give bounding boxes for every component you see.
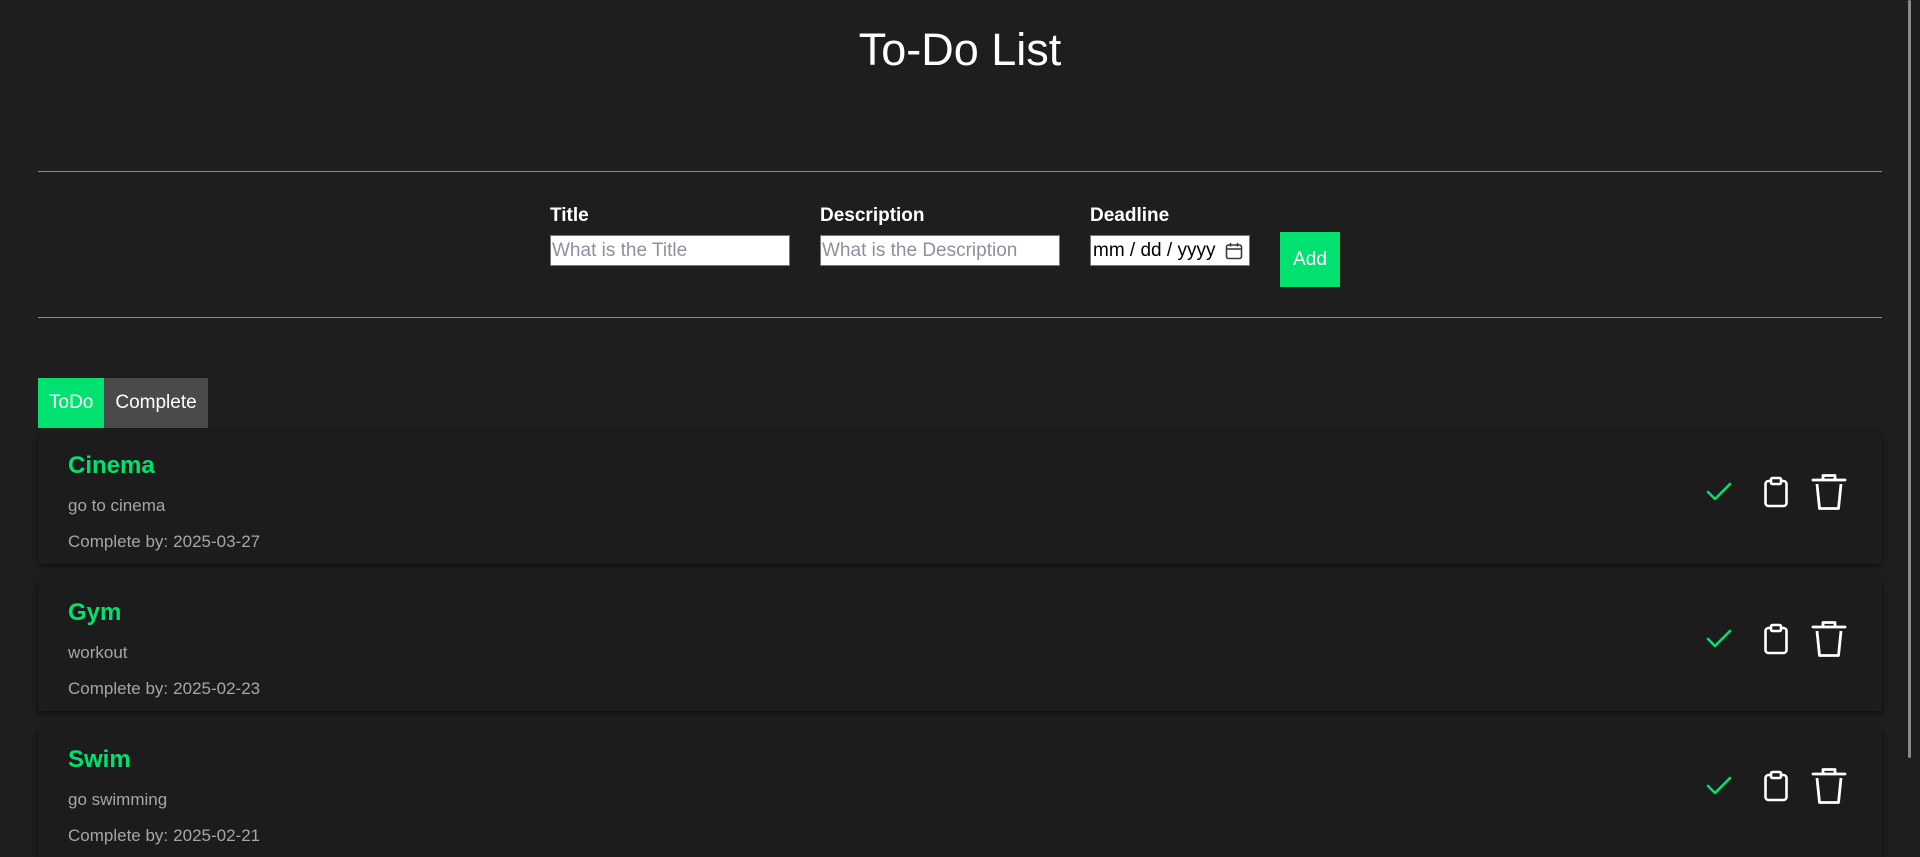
todo-deadline-date: 2025-02-23 bbox=[173, 679, 261, 698]
title-label: Title bbox=[550, 205, 589, 226]
todo-item: Cinema go to cinema Complete by: 2025-03-… bbox=[38, 434, 1882, 564]
tab-complete[interactable]: Complete bbox=[104, 378, 208, 428]
deadline-input-text: mm / dd / yyyy bbox=[1093, 239, 1216, 261]
todo-deadline-date: 2025-02-21 bbox=[173, 826, 261, 845]
todo-description: go to cinema bbox=[68, 496, 166, 515]
todo-description: go swimming bbox=[68, 790, 168, 809]
todo-deadline: Complete by: 2025-03-27 bbox=[68, 531, 260, 553]
trash-icon[interactable] bbox=[1809, 766, 1849, 806]
check-icon[interactable] bbox=[1699, 619, 1739, 659]
add-button[interactable]: Add bbox=[1280, 232, 1340, 287]
calendar-icon[interactable] bbox=[1225, 242, 1243, 260]
todo-title: Gym bbox=[68, 599, 122, 626]
deadline-field: Deadline mm / dd / yyyy bbox=[1090, 204, 1250, 266]
description-label: Description bbox=[820, 205, 925, 226]
clipboard-icon[interactable] bbox=[1756, 619, 1796, 659]
page-title: To-Do List bbox=[858, 24, 1062, 75]
todo-description: workout bbox=[68, 643, 128, 662]
todo-deadline-date: 2025-03-27 bbox=[173, 532, 261, 551]
todo-item: Gym workout Complete by: 2025-02-23 bbox=[38, 581, 1882, 711]
tab-todo[interactable]: ToDo bbox=[38, 378, 105, 428]
title-input[interactable] bbox=[550, 235, 790, 266]
todo-deadline: Complete by: 2025-02-23 bbox=[68, 678, 260, 700]
todo-deadline-label: Complete by: bbox=[68, 532, 169, 551]
title-field: Title bbox=[550, 204, 790, 266]
divider-bottom bbox=[38, 317, 1882, 318]
todo-item: Swim go swimming Complete by: 2025-02-21 bbox=[38, 728, 1882, 857]
description-input[interactable] bbox=[820, 235, 1060, 266]
divider-top bbox=[38, 171, 1882, 172]
deadline-input[interactable]: mm / dd / yyyy bbox=[1090, 235, 1250, 266]
clipboard-icon[interactable] bbox=[1756, 472, 1796, 512]
todo-deadline: Complete by: 2025-02-21 bbox=[68, 825, 260, 847]
trash-icon[interactable] bbox=[1809, 619, 1849, 659]
todo-title: Swim bbox=[68, 746, 131, 773]
check-icon[interactable] bbox=[1699, 766, 1739, 806]
deadline-label: Deadline bbox=[1090, 205, 1170, 226]
scrollbar-thumb[interactable] bbox=[1908, 0, 1911, 758]
todo-deadline-label: Complete by: bbox=[68, 826, 169, 845]
tab-bar: ToDo Complete bbox=[38, 378, 208, 428]
todo-title: Cinema bbox=[68, 452, 155, 479]
todo-deadline-label: Complete by: bbox=[68, 679, 169, 698]
trash-icon[interactable] bbox=[1809, 472, 1849, 512]
scrollbar[interactable] bbox=[1905, 0, 1920, 857]
clipboard-icon[interactable] bbox=[1756, 766, 1796, 806]
check-icon[interactable] bbox=[1699, 472, 1739, 512]
todo-app: To-Do List Title Description Deadline mm… bbox=[0, 0, 1920, 857]
description-field: Description bbox=[820, 204, 1060, 266]
todo-list: Cinema go to cinema Complete by: 2025-03-… bbox=[38, 434, 1882, 857]
